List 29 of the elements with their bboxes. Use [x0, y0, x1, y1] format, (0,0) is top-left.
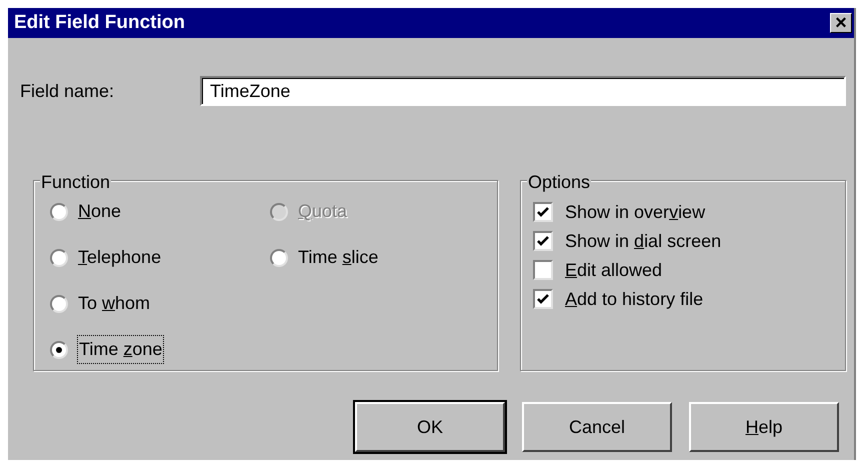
radio-label: Time slice [298, 246, 378, 269]
checkbox[interactable] [533, 202, 553, 222]
radio-button[interactable] [50, 248, 68, 266]
checkbox-label: Edit allowed [565, 258, 662, 282]
check-icon [537, 206, 549, 218]
dialog-button[interactable]: Help [689, 402, 839, 452]
dialog-button[interactable]: OK [355, 402, 505, 452]
check-icon [537, 294, 549, 304]
radio-label: Telephone [78, 246, 162, 269]
checkbox[interactable] [533, 289, 553, 309]
dialog-button[interactable]: Cancel [522, 402, 672, 452]
radio-button[interactable] [50, 294, 68, 312]
radio-label: To whom [78, 292, 150, 315]
checkbox-label: Add to history file [565, 288, 704, 311]
radio-button[interactable] [50, 202, 68, 220]
radio-button[interactable] [50, 340, 68, 358]
check-icon [537, 236, 549, 246]
radio-button[interactable] [270, 248, 288, 266]
checkbox-label: Show in overview [565, 200, 706, 224]
radio-label: Quota [298, 200, 348, 223]
field-name-input[interactable]: TimeZone [200, 76, 846, 106]
radio-label: None [78, 200, 122, 223]
window-title: Edit Field Function [14, 10, 185, 35]
radio-label: Time zone [78, 336, 164, 363]
checkbox-label: Show in dial screen [565, 230, 722, 252]
checkbox[interactable] [533, 231, 553, 251]
field-label: Field name: [20, 80, 116, 102]
close-button[interactable]: × [830, 13, 852, 33]
checkbox[interactable] [533, 260, 553, 280]
